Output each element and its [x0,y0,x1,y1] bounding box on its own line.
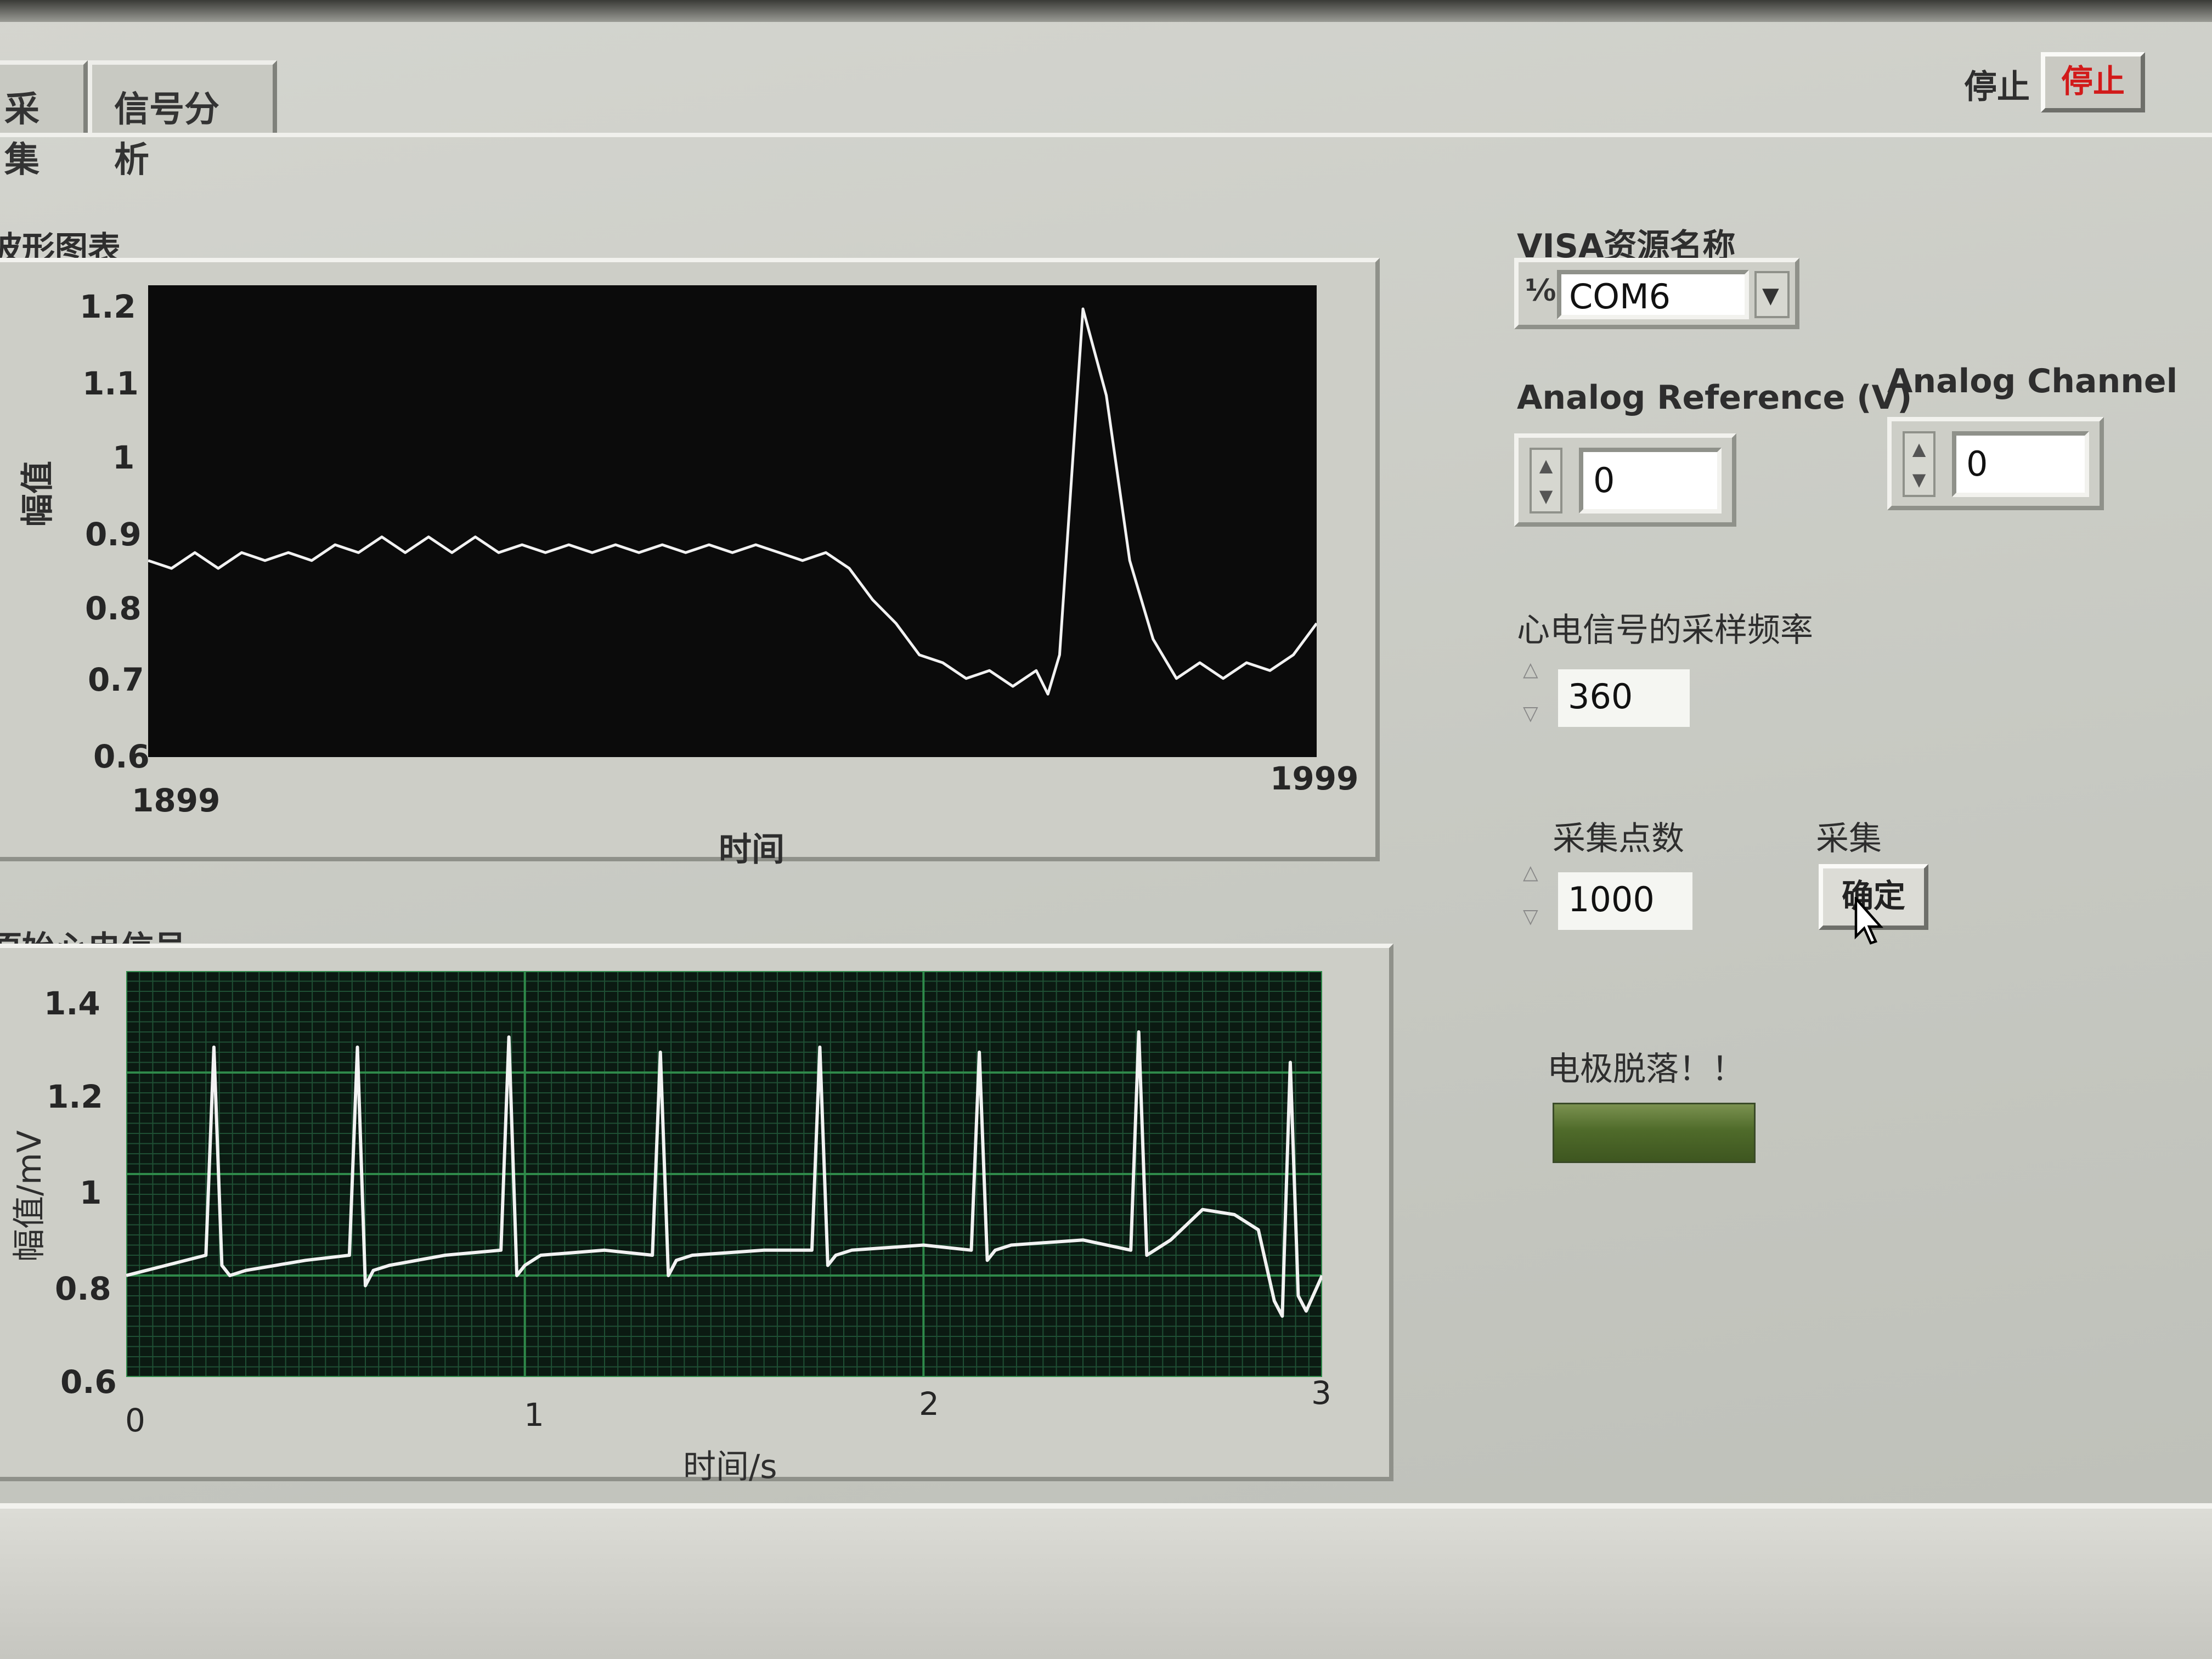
chevron-down-icon: ▼ [1762,283,1779,308]
x-tick: 1899 [132,782,221,819]
y-tick: 0.7 [88,661,144,698]
mouse-cursor-icon [1854,897,1883,945]
stop-button[interactable]: 停止 [2041,52,2145,112]
acquire-label: 采集 [1816,820,1882,858]
arrow-down-icon[interactable]: ▽ [1523,905,1538,928]
analog-reference-label: Analog Reference (V) [1517,379,1912,417]
panel-bottom-area [0,1509,2212,1659]
analog-channel-control[interactable]: ▲ ▼ 0 [1887,417,2104,510]
plot-background [148,285,1317,757]
analog-channel-field[interactable]: 0 [1952,431,2089,497]
sample-rate-field[interactable]: 360 [1558,669,1690,727]
sample-rate-value: 360 [1568,676,1633,716]
electrode-off-label: 电极脱落！！ [1547,1050,1745,1088]
panel-bottom-border [0,1503,2212,1509]
visa-value-field[interactable]: COM6 [1557,270,1749,319]
y-tick: 1.1 [82,365,139,402]
sample-points-spinner[interactable]: △ ▽ [1519,861,1551,938]
screen-top-edge [0,0,2212,22]
arrow-up-icon[interactable]: △ [1523,861,1538,884]
sample-points-value: 1000 [1568,879,1655,919]
analog-reference-field[interactable]: 0 [1579,448,1722,514]
arrow-up-icon[interactable]: △ [1523,658,1538,681]
analog-channel-value: 0 [1966,444,1988,484]
x-tick: 1 [524,1396,544,1434]
visa-dropdown-button[interactable]: ▼ [1754,271,1790,318]
analog-reference-value: 0 [1593,460,1615,500]
waveform-chart-ylabel: 幅值 [19,461,57,527]
y-tick: 1 [112,439,135,476]
x-tick: 2 [919,1385,939,1423]
arrow-down-icon[interactable]: ▼ [1908,467,1930,492]
y-tick: 0.9 [85,516,142,553]
arrow-up-icon[interactable]: ▲ [1908,437,1930,461]
y-tick: 0.8 [55,1270,111,1307]
y-tick: 0.6 [60,1363,117,1401]
x-tick: 3 [1311,1374,1331,1412]
tab-signal-analysis[interactable]: 信号分析 [88,60,277,180]
raw-ecg-xlabel: 时间/s [683,1448,777,1486]
y-tick: 1 [80,1174,102,1211]
labview-front-panel: 采集 信号分析 停止 停止 波形图表 幅值 1.2 1.1 1 0.9 0.8 … [0,0,2212,1659]
analog-channel-spinner[interactable]: ▲ ▼ [1903,431,1936,497]
waveform-chart-plot[interactable] [148,285,1317,757]
stop-label: 停止 [1964,68,2030,106]
raw-ecg-ylabel: 幅值/mV [10,1130,49,1262]
y-tick: 1.2 [80,288,136,325]
arrow-down-icon[interactable]: ▽ [1523,702,1538,725]
io-icon: ⅟₀ [1525,273,1556,308]
analog-channel-label: Analog Channel [1887,362,2178,400]
y-tick: 0.8 [85,590,142,627]
analog-reference-control[interactable]: ▲ ▼ 0 [1514,433,1736,527]
visa-value: COM6 [1569,276,1671,317]
arrow-up-icon[interactable]: ▲ [1535,453,1557,477]
y-tick: 1.2 [47,1078,103,1115]
sample-points-field[interactable]: 1000 [1558,872,1692,930]
y-tick: 0.6 [93,738,150,775]
y-tick: 1.4 [44,985,100,1022]
electrode-off-led [1553,1103,1756,1163]
stop-button-label: 停止 [2061,63,2125,100]
waveform-chart-xlabel: 时间 [719,831,785,869]
sample-rate-spinner[interactable]: △ ▽ [1519,658,1551,735]
sample-points-label: 采集点数 [1553,820,1684,858]
tab-acquire[interactable]: 采集 [0,60,88,180]
arrow-down-icon[interactable]: ▼ [1535,484,1557,508]
sample-rate-label: 心电信号的采样频率 [1517,611,1813,650]
x-tick: 1999 [1270,760,1359,797]
analog-reference-spinner[interactable]: ▲ ▼ [1530,448,1562,514]
raw-ecg-plot[interactable] [126,971,1322,1377]
x-tick: 0 [125,1402,145,1439]
visa-resource-control[interactable]: ⅟₀ COM6 ▼ [1514,258,1799,329]
tab-panel-border [0,133,2212,137]
